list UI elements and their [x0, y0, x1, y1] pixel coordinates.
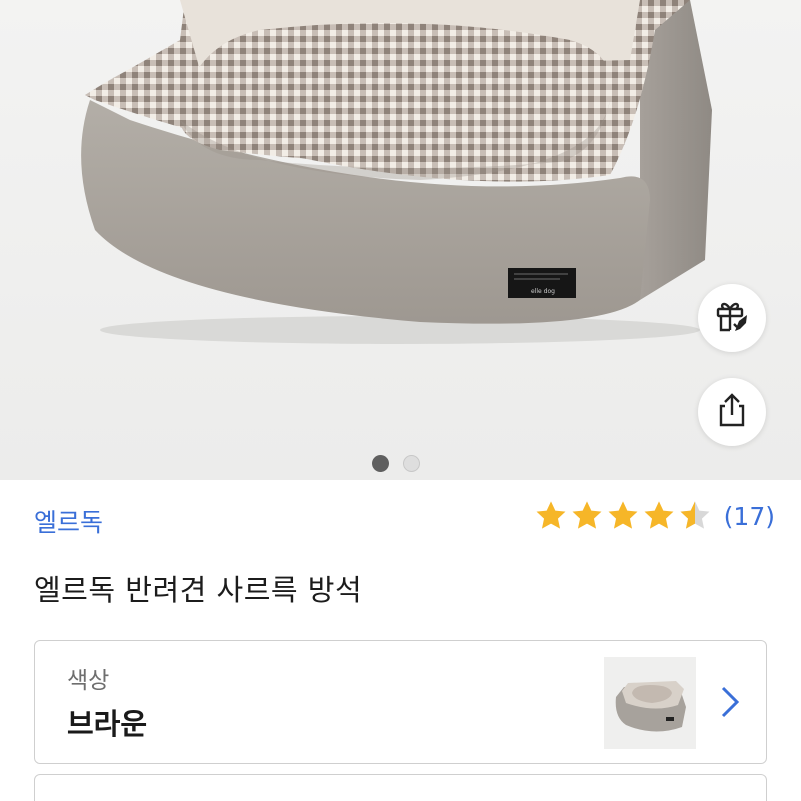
bed-label-text: elle dog [531, 288, 555, 295]
dog-bed-illustration: elle dog [81, 0, 712, 344]
pagination-dot-active[interactable] [372, 455, 389, 472]
share-button[interactable] [698, 378, 766, 446]
product-title: 엘르독 반려견 사르륵 방석 [34, 573, 363, 607]
gallery-pagination [372, 455, 420, 472]
option-thumbnail [604, 657, 696, 749]
product-image[interactable]: elle dog [0, 0, 801, 480]
rating-stars [534, 500, 712, 532]
option-label: 사이즈 [67, 793, 130, 801]
size-option-selector[interactable]: 사이즈 [34, 774, 767, 801]
star-icon [572, 501, 602, 529]
rating[interactable]: (17) [534, 500, 775, 532]
gift-rocket-icon [713, 297, 751, 339]
option-value: 브라운 [67, 707, 148, 741]
star-icon [608, 501, 638, 529]
color-option-selector[interactable]: 색상 브라운 [34, 640, 767, 764]
star-icon [536, 501, 566, 529]
share-icon [714, 392, 750, 432]
pagination-dot[interactable] [403, 455, 420, 472]
gift-button[interactable] [698, 284, 766, 352]
chevron-right-icon [719, 685, 741, 723]
half-star-icon [680, 501, 710, 529]
star-icon [644, 501, 674, 529]
brand-link[interactable]: 엘르독 [34, 503, 103, 539]
review-count[interactable]: (17) [724, 502, 775, 531]
option-label: 색상 [67, 668, 110, 694]
